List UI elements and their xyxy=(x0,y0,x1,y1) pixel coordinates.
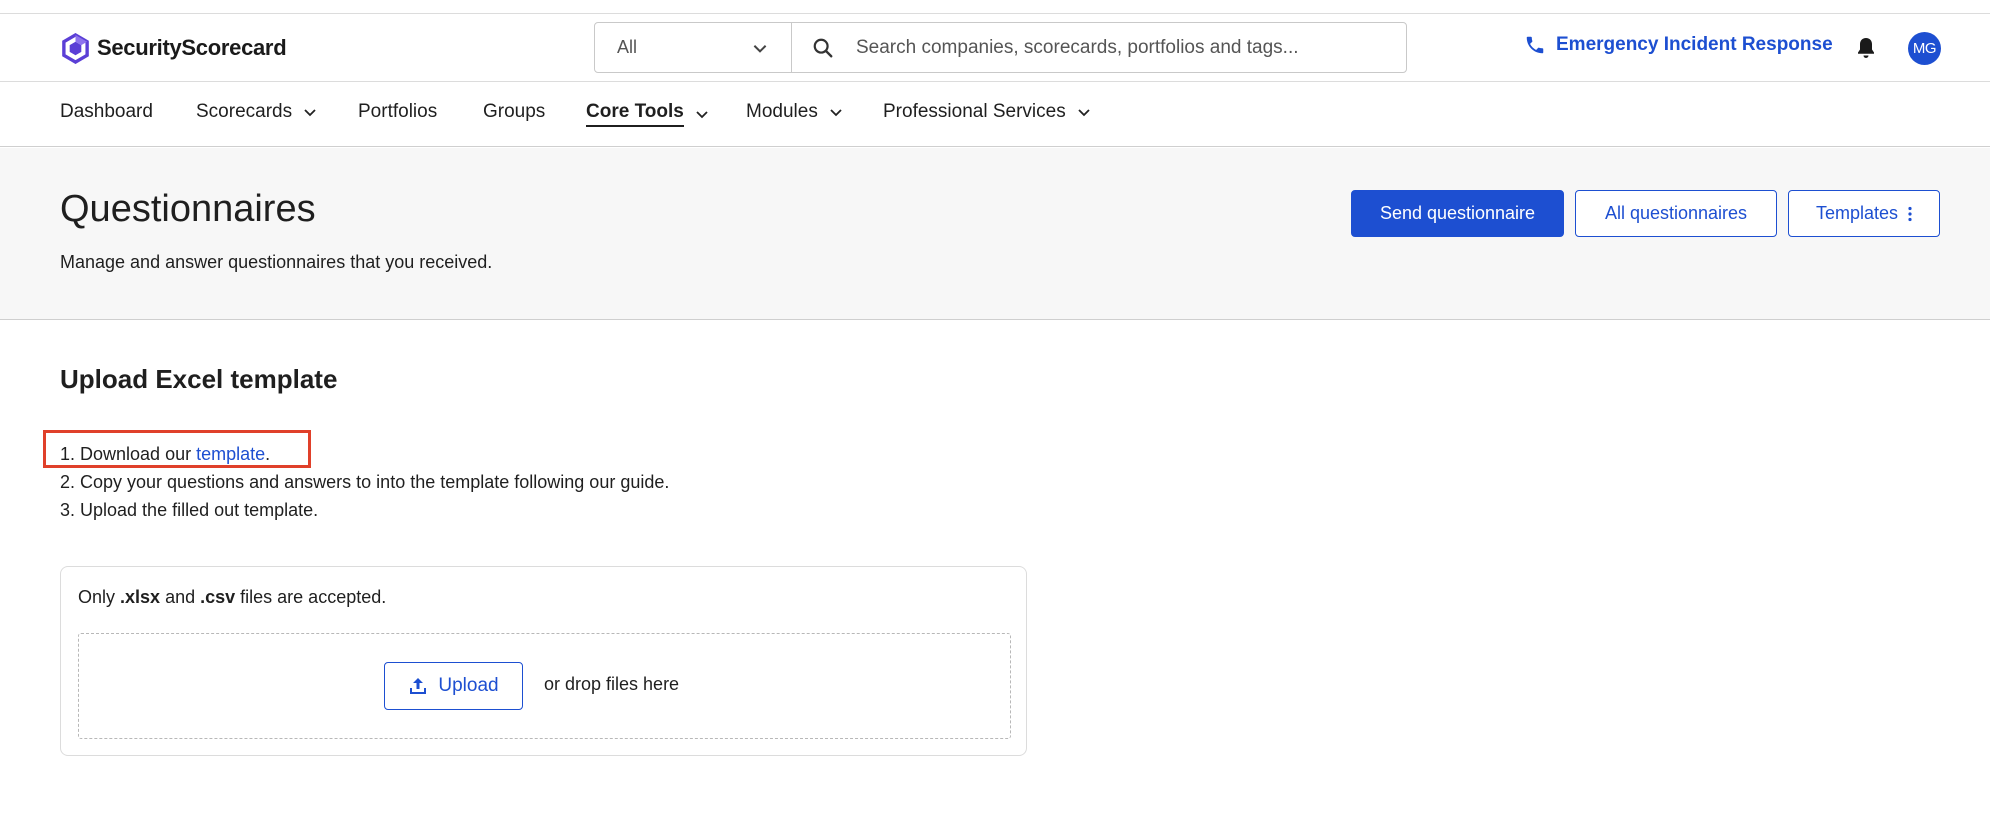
nav-item-label: Professional Services xyxy=(883,101,1066,122)
accepted-ext-csv: .csv xyxy=(200,587,236,607)
accepted-mid: and xyxy=(160,587,201,607)
accepted-suffix: files are accepted. xyxy=(235,587,387,607)
emergency-incident-link[interactable]: Emergency Incident Response xyxy=(1524,34,1833,56)
upload-icon xyxy=(410,678,427,694)
drop-files-text: or drop files here xyxy=(544,674,680,694)
templates-button-label: Templates xyxy=(1815,203,1899,223)
step-3: 3. Upload the filled out template. xyxy=(60,500,319,520)
search-scope-select[interactable]: All xyxy=(595,23,792,72)
nav-item-label: Portfolios xyxy=(358,101,438,122)
search-bar: All xyxy=(594,22,1407,73)
chevron-down-icon xyxy=(304,109,316,117)
bell-icon[interactable] xyxy=(1854,35,1878,61)
logo[interactable]: SecurityScorecard xyxy=(60,30,287,66)
accepted-prefix: Only xyxy=(78,587,121,607)
page-header: Questionnaires Manage and answer questio… xyxy=(0,148,1990,320)
nav-item-dashboard[interactable]: Dashboard xyxy=(60,101,153,123)
kebab-icon xyxy=(1908,206,1912,221)
page-title: Questionnaires xyxy=(60,188,316,230)
chevron-down-icon xyxy=(1078,109,1090,117)
upload-button[interactable]: Upload xyxy=(384,662,523,710)
all-questionnaires-button[interactable]: All questionnaires xyxy=(1575,190,1777,237)
nav-item-label: Dashboard xyxy=(60,101,153,122)
chevron-down-icon xyxy=(753,44,767,53)
main-nav: Dashboard Scorecards Portfolios Groups C… xyxy=(0,83,1990,147)
nav-item-label: Scorecards xyxy=(196,101,293,122)
page-subtitle: Manage and answer questionnaires that yo… xyxy=(60,252,493,272)
search-box xyxy=(792,23,1406,72)
nav-item-modules[interactable]: Modules xyxy=(746,101,844,123)
nav-item-label: Core Tools xyxy=(586,101,684,127)
logo-text: SecurityScorecard xyxy=(97,35,287,60)
nav-item-professional-services[interactable]: Professional Services xyxy=(883,101,1092,123)
logo-mark-icon xyxy=(62,32,89,64)
phone-icon xyxy=(1526,36,1544,54)
upload-steps: 1. Download our template. 2. Copy your q… xyxy=(60,440,669,524)
nav-item-label: Modules xyxy=(746,101,818,122)
search-scope-value: All xyxy=(617,37,638,57)
step-2: 2. Copy your questions and answers to in… xyxy=(60,472,670,492)
nav-item-portfolios[interactable]: Portfolios xyxy=(358,101,437,123)
upload-section-title: Upload Excel template xyxy=(60,364,338,394)
nav-item-core-tools[interactable]: Core Tools xyxy=(586,101,710,127)
upload-card: Only .xlsx and .csv files are accepted. … xyxy=(60,566,1027,756)
template-download-link[interactable]: template xyxy=(196,444,265,464)
accepted-files-note: Only .xlsx and .csv files are accepted. xyxy=(78,587,386,608)
chevron-down-icon xyxy=(696,111,708,119)
nav-item-label: Groups xyxy=(483,101,546,122)
emergency-label: Emergency Incident Response xyxy=(1556,34,1833,55)
nav-item-scorecards[interactable]: Scorecards xyxy=(196,101,318,123)
search-input[interactable] xyxy=(856,23,1406,72)
search-icon xyxy=(813,38,833,57)
top-bar: SecurityScorecard All Emergency Incident… xyxy=(0,13,1990,82)
templates-button[interactable]: Templates xyxy=(1788,190,1940,237)
nav-item-groups[interactable]: Groups xyxy=(483,101,545,123)
step-1: 1. Download our template. xyxy=(60,440,669,468)
avatar[interactable]: MG xyxy=(1908,32,1941,65)
file-dropzone[interactable]: Upload or drop files here xyxy=(78,633,1011,739)
step-1-prefix: 1. Download our xyxy=(60,444,197,464)
upload-button-label: Upload xyxy=(438,675,499,696)
step-1-suffix: . xyxy=(265,444,271,464)
accepted-ext-xlsx: .xlsx xyxy=(120,587,161,607)
send-questionnaire-button[interactable]: Send questionnaire xyxy=(1351,190,1564,237)
chevron-down-icon xyxy=(830,109,842,117)
